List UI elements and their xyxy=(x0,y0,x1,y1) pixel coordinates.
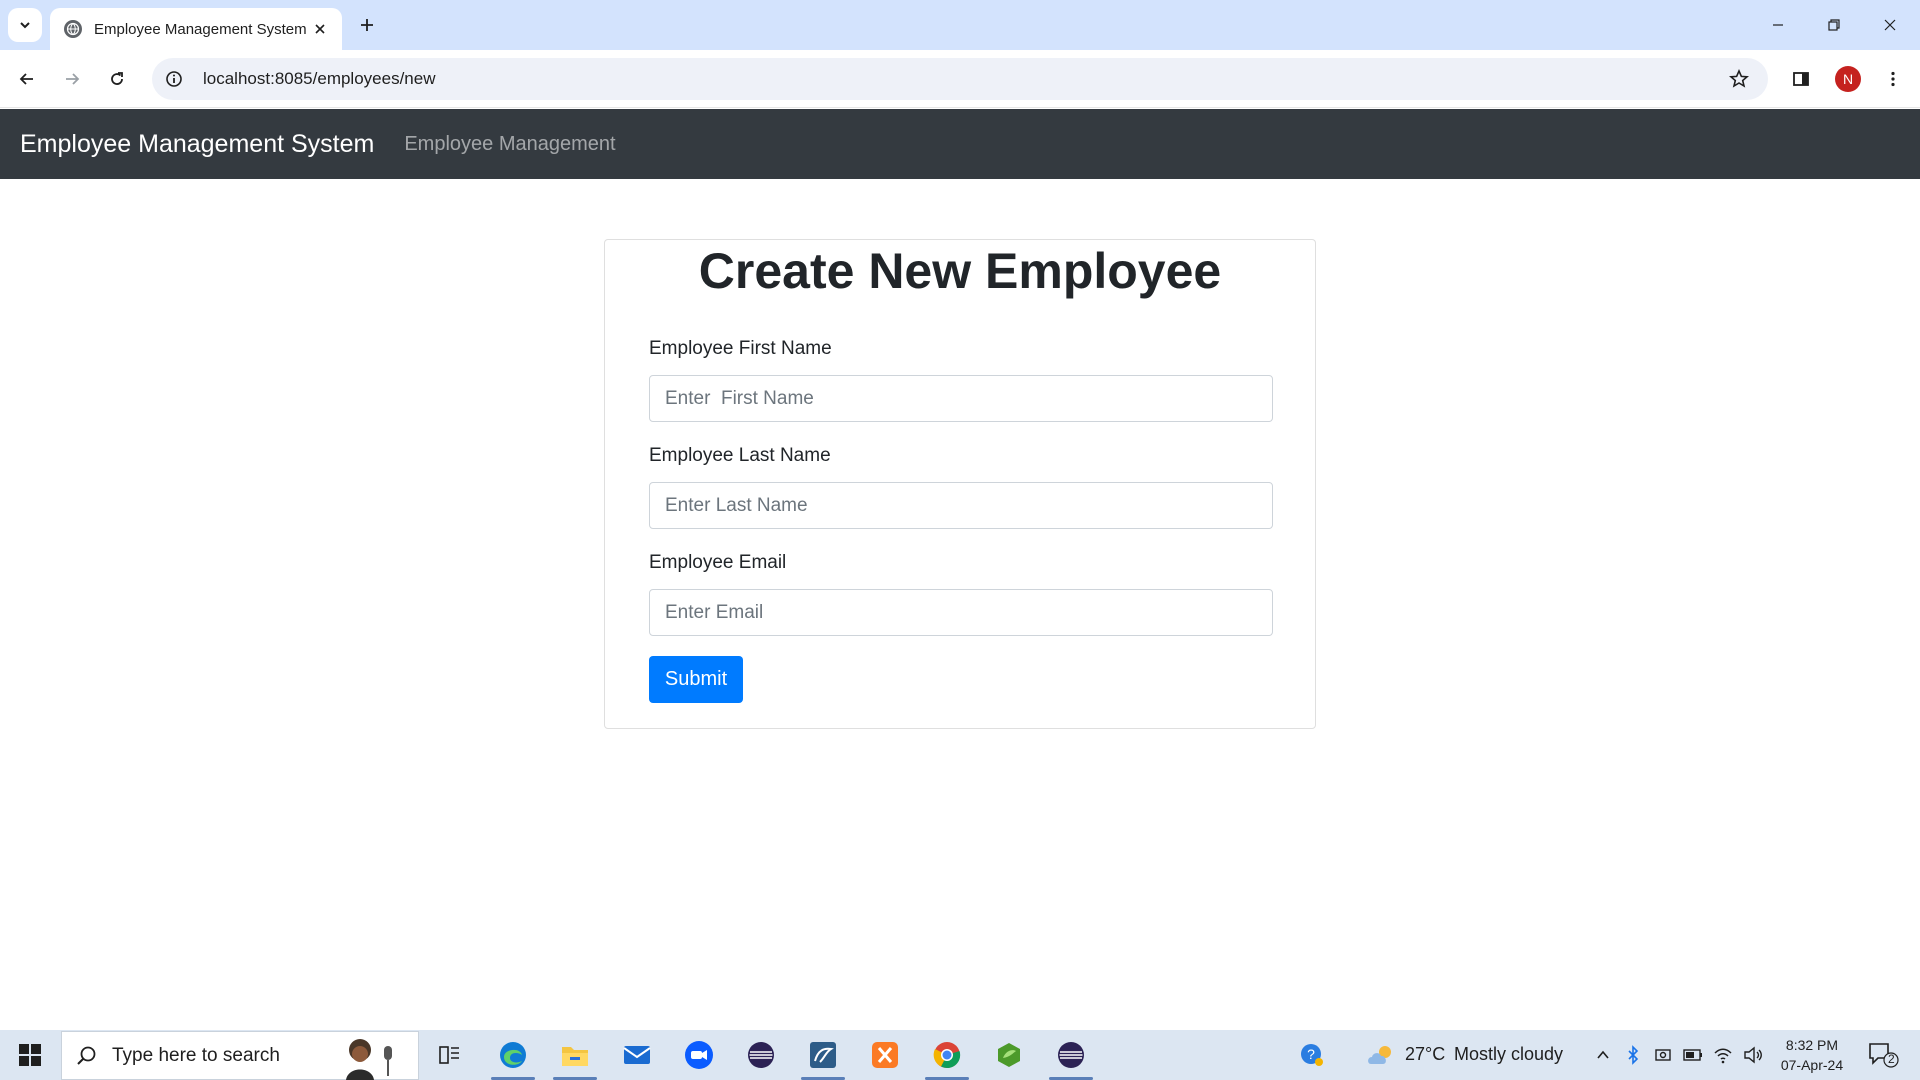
mail-icon xyxy=(623,1046,651,1064)
last-name-input[interactable] xyxy=(649,482,1273,529)
zoom-icon xyxy=(685,1041,713,1069)
new-tab-button[interactable] xyxy=(352,10,382,40)
restore-icon xyxy=(1828,19,1840,31)
plus-icon xyxy=(361,19,373,31)
submit-button[interactable]: Submit xyxy=(649,656,743,703)
task-view-button[interactable] xyxy=(422,1030,478,1080)
close-icon xyxy=(1884,19,1896,31)
xampp-icon xyxy=(872,1042,898,1068)
windows-taskbar: Type here to search ? 27°C Mostly cloudy… xyxy=(0,1030,1920,1080)
app-navbar: Employee Management System Employee Mana… xyxy=(0,109,1920,179)
folder-icon xyxy=(562,1047,588,1066)
taskbar-app-eclipse-2[interactable] xyxy=(1043,1030,1099,1080)
page-title: Create New Employee xyxy=(698,243,1222,299)
taskbar-app-mail[interactable] xyxy=(609,1030,665,1080)
windows-logo-icon xyxy=(19,1044,41,1066)
chevron-up-icon[interactable] xyxy=(1592,1044,1614,1066)
close-window-button[interactable] xyxy=(1862,0,1918,50)
kebab-menu-icon xyxy=(1891,71,1895,87)
taskbar-app-chrome[interactable] xyxy=(919,1030,975,1080)
last-name-label: Employee Last Name xyxy=(649,445,831,466)
nav-link-employee-management[interactable]: Employee Management xyxy=(404,133,615,156)
bookmark-star-icon[interactable] xyxy=(1722,62,1756,96)
spring-tool-suite-icon xyxy=(998,1043,1020,1067)
wifi-icon[interactable] xyxy=(1712,1044,1734,1066)
restore-button[interactable] xyxy=(1806,0,1862,50)
taskbar-app-zoom[interactable] xyxy=(671,1030,727,1080)
clock-date: 07-Apr-24 xyxy=(1780,1057,1844,1073)
help-icon[interactable]: ? xyxy=(1299,1042,1325,1068)
first-name-input[interactable] xyxy=(649,375,1273,422)
email-input[interactable] xyxy=(649,589,1273,636)
mysql-workbench-icon xyxy=(810,1042,836,1068)
side-panel-button[interactable] xyxy=(1784,62,1818,96)
edge-icon xyxy=(500,1042,526,1068)
browser-tab[interactable]: Employee Management System xyxy=(50,8,342,50)
back-button[interactable] xyxy=(10,62,44,96)
chrome-icon xyxy=(933,1042,961,1069)
taskbar-app-xampp[interactable] xyxy=(857,1030,913,1080)
taskbar-search-box[interactable]: Type here to search xyxy=(61,1031,419,1080)
eclipse-icon xyxy=(1058,1042,1084,1068)
profile-avatar[interactable]: N xyxy=(1835,66,1861,92)
email-label: Employee Email xyxy=(649,552,787,573)
globe-icon xyxy=(64,20,82,38)
search-highlight-illustration xyxy=(346,1039,392,1080)
task-view-icon xyxy=(439,1046,459,1064)
taskbar-app-mysql-workbench[interactable] xyxy=(795,1030,851,1080)
forward-button[interactable] xyxy=(55,62,89,96)
reload-icon xyxy=(111,72,123,85)
first-name-label: Employee First Name xyxy=(649,338,832,359)
chevron-down-icon xyxy=(20,22,30,29)
back-arrow-icon xyxy=(19,73,33,85)
taskbar-clock[interactable]: 8:32 PM 07-Apr-24 xyxy=(1772,1035,1852,1075)
taskbar-app-eclipse[interactable] xyxy=(733,1030,789,1080)
taskbar-search-placeholder: Type here to search xyxy=(112,1044,280,1066)
browser-tab-strip: Employee Management System xyxy=(0,0,1920,50)
volume-icon[interactable] xyxy=(1742,1044,1764,1066)
bluetooth-icon[interactable] xyxy=(1622,1044,1644,1066)
forward-arrow-icon xyxy=(66,73,80,85)
camera-icon[interactable] xyxy=(1652,1044,1674,1066)
tab-title: Employee Management System xyxy=(94,20,307,38)
url-text[interactable]: localhost:8085/employees/new xyxy=(203,69,1722,89)
clock-time: 8:32 PM xyxy=(1785,1037,1839,1053)
tab-search-button[interactable] xyxy=(8,8,42,42)
weather-temperature[interactable]: 27°C xyxy=(1405,1044,1445,1065)
battery-icon[interactable] xyxy=(1682,1044,1704,1066)
taskbar-app-spring-tool-suite[interactable] xyxy=(981,1030,1037,1080)
taskbar-app-edge[interactable] xyxy=(485,1030,541,1080)
minimize-button[interactable] xyxy=(1750,0,1806,50)
browser-toolbar: localhost:8085/employees/new xyxy=(0,50,1920,108)
address-bar[interactable]: localhost:8085/employees/new xyxy=(152,58,1768,100)
side-panel-icon xyxy=(1793,72,1809,86)
svg-text:?: ? xyxy=(1307,1046,1315,1062)
navbar-brand[interactable]: Employee Management System xyxy=(20,130,374,159)
browser-menu-button[interactable] xyxy=(1876,62,1910,96)
start-button[interactable] xyxy=(0,1030,60,1080)
search-icon xyxy=(77,1046,96,1065)
close-tab-icon[interactable] xyxy=(310,19,330,39)
weather-cloud-icon[interactable] xyxy=(1365,1042,1397,1068)
site-info-icon[interactable] xyxy=(157,62,191,96)
reload-button[interactable] xyxy=(100,62,134,96)
minimize-icon xyxy=(1773,24,1783,26)
taskbar-app-file-explorer[interactable] xyxy=(547,1030,603,1080)
weather-condition[interactable]: Mostly cloudy xyxy=(1454,1044,1563,1065)
notification-center-icon[interactable]: 2 xyxy=(1866,1040,1900,1070)
notification-count-badge: 2 xyxy=(1888,1052,1895,1066)
eclipse-icon xyxy=(748,1042,774,1068)
